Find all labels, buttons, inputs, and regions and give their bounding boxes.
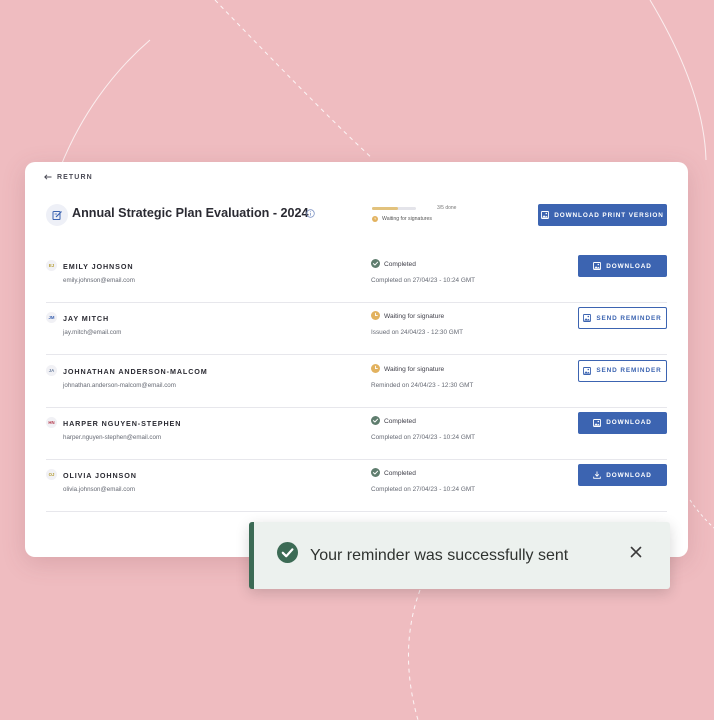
signer-email: jay.mitch@email.com: [63, 329, 122, 337]
status-label: Waiting for signature: [384, 313, 445, 321]
avatar: JM: [46, 312, 57, 324]
signer-row: HN HARPER NGUYEN-STEPHEN harper.nguyen-ste…: [46, 407, 667, 460]
button-label: SEND REMINDER: [596, 314, 662, 322]
signer-row: JM JAY MITCH jay.mitch@email.com Waiting fo…: [46, 302, 667, 356]
status-label: Waiting for signature: [384, 365, 445, 373]
check-circle-icon: [371, 259, 380, 268]
avatar: HN: [46, 416, 57, 428]
avatar: JA: [46, 364, 57, 376]
download-button[interactable]: DOWNLOAD: [578, 255, 667, 277]
check-circle-icon: [371, 468, 380, 478]
send-reminder-button[interactable]: SEND REMINDER: [578, 307, 667, 330]
download-icon: [593, 471, 601, 479]
image-icon: [541, 211, 550, 219]
signer-name: JOHNATHAN ANDERSON-MALCOM: [63, 366, 208, 376]
signer-name: JAY MITCH: [63, 314, 110, 324]
progress-bar-fill: [372, 207, 399, 210]
status-detail: Reminded on 24/04/23 - 12:30 GMT: [371, 381, 474, 389]
signer-name: OLIVIA JOHNSON: [63, 471, 137, 481]
signer-email: emily.johnson@email.com: [63, 277, 135, 284]
button-label: SEND REMINDER: [596, 367, 662, 375]
avatar: OJ: [46, 469, 57, 481]
progress-status: Waiting for signatures: [372, 216, 432, 222]
download-print-version-label: DOWNLOAD PRINT VERSION: [554, 211, 664, 219]
check-circle-icon: [277, 542, 298, 563]
signer-row: EJ EMILY JOHNSON emily.johnson@email.com Co…: [46, 250, 667, 303]
button-label: DOWNLOAD: [606, 419, 652, 427]
download-print-version-button[interactable]: DOWNLOAD PRINT VERSION: [538, 204, 667, 226]
status-detail: Issued on 24/04/23 - 12:30 GMT: [371, 329, 464, 337]
progress-bar: [372, 207, 416, 210]
status-detail: Completed on 27/04/23 - 10:24 GMT: [371, 277, 476, 284]
return-label: RETURN: [57, 173, 93, 181]
progress-status-label: Waiting for signatures: [382, 216, 432, 222]
success-toast: Your reminder was successfully sent: [249, 522, 670, 589]
document-edit-icon: [46, 204, 68, 226]
arrow-left-icon: [44, 174, 52, 180]
signer-name: EMILY JOHNSON: [63, 262, 134, 271]
close-icon[interactable]: [630, 546, 642, 558]
status-detail: Completed on 27/04/23 - 10:24 GMT: [371, 486, 476, 494]
status-detail: Completed on 27/04/23 - 10:24 GMT: [371, 433, 476, 441]
return-link[interactable]: RETURN: [44, 171, 93, 183]
download-button[interactable]: DOWNLOAD: [578, 464, 667, 487]
signer-email: harper.nguyen-stephen@email.com: [63, 433, 162, 441]
signer-email: johnathan.anderson-malcom@email.com: [63, 381, 176, 389]
status-label: Completed: [384, 470, 416, 478]
image-icon: [593, 418, 602, 427]
signer-row: JA JOHNATHAN ANDERSON-MALCOM johnathan.and…: [46, 355, 667, 408]
button-label: DOWNLOAD: [606, 262, 652, 270]
progress-count: 3/5 done: [437, 205, 457, 211]
clock-icon: [371, 363, 380, 373]
check-circle-icon: [371, 415, 380, 425]
document-card: RETURN Annual Strategic Plan Evaluation …: [25, 162, 688, 557]
document-title: Annual Strategic Plan Evaluation - 2024: [72, 206, 309, 220]
signer-row: OJ OLIVIA JOHNSON olivia.johnson@email.com…: [46, 459, 667, 513]
image-icon: [593, 262, 602, 270]
status-label: Completed: [384, 417, 416, 425]
image-icon: [583, 314, 592, 323]
status-label: Completed: [384, 261, 416, 268]
info-icon[interactable]: [306, 209, 315, 218]
download-button[interactable]: DOWNLOAD: [578, 411, 667, 434]
signer-email: olivia.johnson@email.com: [63, 486, 135, 494]
clock-icon: [371, 311, 380, 321]
image-icon: [583, 366, 592, 375]
signer-name: HARPER NGUYEN-STEPHEN: [63, 418, 182, 428]
button-label: DOWNLOAD: [606, 471, 652, 479]
clock-icon: [372, 216, 378, 222]
toast-message: Your reminder was successfully sent: [310, 547, 569, 564]
send-reminder-button[interactable]: SEND REMINDER: [578, 359, 667, 382]
avatar: EJ: [46, 260, 57, 271]
